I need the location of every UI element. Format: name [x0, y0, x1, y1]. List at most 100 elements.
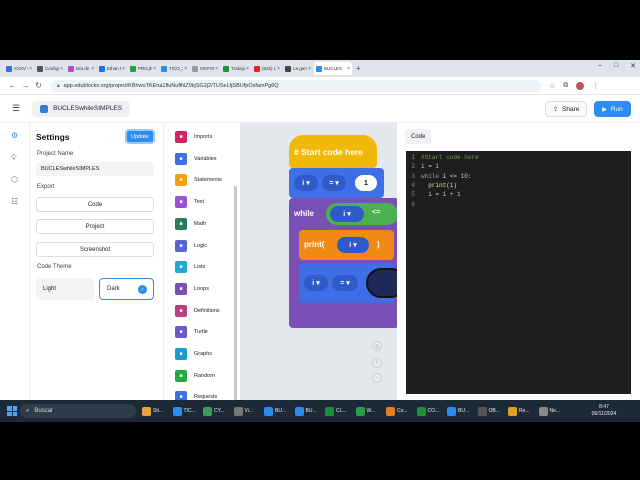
expression-slot[interactable] — [366, 268, 397, 298]
tab-close-icon[interactable]: × — [60, 66, 63, 72]
tab-close-icon[interactable]: × — [153, 66, 156, 72]
start-hat-block[interactable]: # Start code here — [289, 135, 377, 168]
palette-scroll-thumb[interactable] — [234, 186, 237, 422]
minimize-icon[interactable]: – — [598, 62, 602, 70]
code-tab[interactable]: Code — [405, 129, 432, 144]
project-name-field[interactable]: BUCLESwhileSIMPLES — [36, 162, 154, 176]
theme-light-option[interactable]: Light — [36, 278, 94, 300]
run-button[interactable]: ▶ Run — [594, 101, 631, 117]
category-loops[interactable]: ■ Loops — [175, 282, 209, 295]
taskbar-app[interactable]: BU... — [447, 404, 469, 418]
tab-close-icon[interactable]: × — [277, 66, 280, 72]
category-text[interactable]: ■ Text — [175, 196, 204, 209]
code-line[interactable]: 5 i = i + 1 — [406, 190, 460, 199]
assign-variable[interactable]: i ▾ — [304, 275, 328, 291]
taskbar-clock[interactable]: 8:47 06/11/2024 — [586, 404, 622, 418]
taskbar-app[interactable]: CL... — [325, 404, 347, 418]
taskbar-app[interactable]: W... — [355, 404, 375, 418]
browser-tab[interactable]: PRG.jhi × — [128, 62, 158, 75]
block-workspace[interactable]: # Start code here i ▾ = ▾ 1 while i ▾ <=… — [241, 123, 397, 400]
list-icon[interactable]: ☷ — [11, 197, 18, 206]
project-name-pill[interactable]: BUCLESwhileSIMPLES — [32, 100, 131, 117]
tab-close-icon[interactable]: × — [184, 66, 187, 72]
category-statements[interactable]: ■ Statements — [175, 174, 222, 187]
extensions-puzzle-icon[interactable]: ⬡ — [11, 175, 18, 184]
tab-close-icon[interactable]: × — [122, 66, 125, 72]
extensions-icon[interactable]: ⧉ — [563, 82, 568, 90]
browser-menu-icon[interactable]: ⋮ — [592, 82, 599, 90]
browser-tab[interactable]: Configu × — [35, 62, 65, 75]
theme-dark-option[interactable]: Dark ✓ — [99, 278, 154, 300]
condition-variable[interactable]: i ▾ — [330, 206, 364, 222]
zoom-out-icon[interactable]: − — [372, 373, 382, 383]
settings-gear-icon[interactable]: ⚙ — [11, 131, 18, 140]
taskbar-app[interactable]: BU... — [294, 404, 317, 418]
taskbar-app[interactable]: Vi... — [233, 404, 253, 418]
tab-close-icon[interactable]: × — [246, 66, 249, 72]
share-button[interactable]: ⇪ Share — [545, 101, 588, 117]
code-line[interactable]: 4 print (i) — [406, 181, 457, 190]
maximize-icon[interactable]: □ — [614, 62, 618, 70]
browser-tab[interactable]: TICO_20× — [159, 62, 189, 75]
code-editor[interactable]: 1 #Start code here 2 i = 1 3 while i <= 10: 4 … — [406, 151, 631, 394]
zoom-center-icon[interactable]: ◎ — [372, 341, 382, 351]
palette-scrollbar[interactable] — [233, 186, 238, 422]
export-code-button[interactable]: Code — [36, 197, 154, 212]
assignment-block[interactable]: i ▾ = ▾ — [299, 263, 397, 303]
category-math[interactable]: ■ Math — [175, 217, 206, 230]
taskbar-app[interactable]: BU... — [264, 404, 286, 418]
tab-close-icon[interactable]: × — [347, 66, 350, 72]
category-lists[interactable]: ■ Lists — [175, 261, 205, 274]
profile-avatar[interactable] — [576, 81, 585, 90]
taskbar-app[interactable]: TIC... — [172, 404, 196, 418]
variable-dropdown[interactable]: i ▾ — [294, 175, 318, 191]
update-button[interactable]: Update — [125, 129, 155, 144]
url-field[interactable]: 🔒︎ app.edublocks.org/project/KBhwuTKEna1… — [51, 79, 541, 92]
tab-close-icon[interactable]: × — [91, 66, 94, 72]
export-screenshot-button[interactable]: Screenshot — [36, 242, 154, 257]
browser-tab[interactable]: XXXV C× — [4, 62, 34, 75]
browser-tab[interactable]: Día de × — [66, 62, 96, 75]
condition-block[interactable]: i ▾ <= — [326, 203, 397, 225]
variable-set-block[interactable]: i ▾ = ▾ 1 — [289, 168, 384, 198]
taskbar-app[interactable]: CY... — [203, 404, 224, 418]
new-tab-icon[interactable]: + — [356, 64, 361, 73]
tab-close-icon[interactable]: × — [29, 66, 32, 72]
browser-tab[interactable]: (625) U × — [252, 62, 282, 75]
forward-icon[interactable]: → — [19, 81, 32, 90]
close-window-icon[interactable]: ✕ — [630, 62, 636, 70]
lightbulb-icon[interactable]: 💡︎ — [11, 153, 17, 163]
windows-start-icon[interactable] — [7, 406, 17, 416]
assign-operator[interactable]: = ▾ — [332, 275, 358, 291]
category-graphs[interactable]: ■ Graphs — [175, 348, 212, 360]
taskbar-search[interactable]: ⌕ Buscar — [20, 404, 136, 418]
category-variables[interactable]: ■ Variables — [175, 152, 217, 165]
category-turtle[interactable]: ■ Turtle — [175, 326, 208, 339]
bookmark-star-icon[interactable]: ☆ — [549, 82, 555, 90]
operator-dropdown[interactable]: = ▾ — [322, 175, 346, 191]
category-imports[interactable]: ■ Imports — [175, 131, 212, 143]
hamburger-menu-icon[interactable]: ☰ — [12, 103, 20, 114]
tab-close-icon[interactable]: × — [308, 66, 311, 72]
code-line[interactable]: 3 while i <= 10: — [406, 172, 471, 181]
taskbar-app[interactable]: OB... — [477, 404, 500, 418]
tab-close-icon[interactable]: × — [215, 66, 218, 72]
taskbar-app[interactable]: Re... — [508, 404, 530, 418]
category-random[interactable]: ■ Random — [175, 369, 215, 382]
category-requests[interactable]: ■ Requests — [175, 391, 217, 400]
print-block[interactable]: print( i ▾ ) — [299, 230, 394, 260]
reload-icon[interactable]: ↻ — [32, 81, 45, 90]
browser-tab[interactable]: OKPOO× — [190, 62, 220, 75]
number-input[interactable]: 1 — [355, 175, 377, 191]
code-line[interactable]: 6 — [406, 200, 421, 209]
browser-tab[interactable]: La gene× — [283, 62, 313, 75]
category-logic[interactable]: ■ Logic — [175, 239, 207, 252]
code-line[interactable]: 1 #Start code here — [406, 153, 478, 162]
browser-tab[interactable]: BUCLES × — [314, 62, 352, 75]
zoom-in-icon[interactable]: + — [372, 358, 382, 368]
taskbar-app[interactable]: CO... — [416, 404, 439, 418]
browser-tab[interactable]: Trabajo × — [221, 62, 251, 75]
taskbar-app[interactable]: Sti... — [142, 404, 163, 418]
back-icon[interactable]: ← — [6, 81, 19, 90]
taskbar-app[interactable]: Co... — [386, 404, 408, 418]
